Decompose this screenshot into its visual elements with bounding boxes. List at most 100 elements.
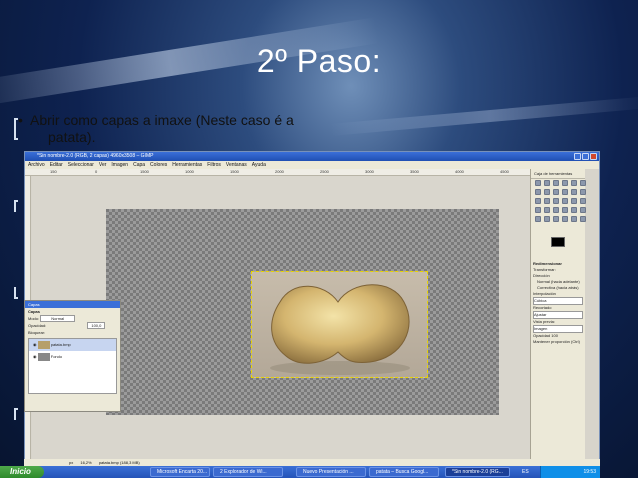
clipping-select[interactable]: Ajustar	[533, 311, 583, 319]
layers-list: ◉ patata.bmp ◉ Fondo	[28, 338, 117, 394]
ruler-tick: 1000	[185, 169, 194, 174]
status-layer-info: patata.bmp (188,3 MB)	[98, 460, 140, 465]
toolbox-dock: Caja de herramientas Redimensionar Trans…	[530, 169, 586, 465]
eye-icon[interactable]: ◉	[33, 342, 37, 347]
gimp-menubar: Archivo Editar Seleccionar Ver Imagen Ca…	[25, 161, 599, 169]
decor-bracket	[14, 408, 18, 420]
color-picker-icon[interactable]	[553, 189, 559, 195]
gimp-statusbar: px 16,2% patata.bmp (188,3 MB)	[24, 459, 600, 466]
fuzzy-select-icon[interactable]	[562, 180, 568, 186]
preview-select[interactable]: Imagen	[533, 325, 583, 333]
toolbox-title: Caja de herramientas	[531, 169, 585, 179]
layer-row[interactable]: ◉ patata.bmp	[29, 339, 116, 351]
potato-layer-image[interactable]	[251, 271, 428, 378]
interpolation-select[interactable]: Cúbica	[533, 297, 583, 305]
ruler-tick: 4500	[500, 169, 509, 174]
slide-bullet: • Abrir como capas a imaxe (Neste caso é…	[18, 112, 330, 146]
heal-icon[interactable]	[544, 216, 550, 222]
mode-label: Modo:	[28, 316, 40, 321]
layers-dialog: Capas Capas Modo: Normal Opacidad: 100,0…	[24, 300, 121, 412]
airbrush-icon[interactable]	[580, 207, 586, 213]
measure-icon[interactable]	[571, 189, 577, 195]
start-button[interactable]: Inicio	[0, 466, 44, 478]
ruler-tick: 3000	[365, 169, 374, 174]
layer-thumbnail	[37, 352, 50, 361]
decor-bracket	[14, 287, 18, 299]
taskbar-item[interactable]: patata – Busca Googl...	[369, 467, 439, 477]
text-icon[interactable]	[580, 198, 586, 204]
mode-select[interactable]: Normal	[40, 315, 76, 322]
lasso-icon[interactable]	[553, 180, 559, 186]
layers-opacity-row: Opacidad: 100,0	[25, 322, 120, 329]
windows-taskbar: Inicio Microsoft Encarta 20... 2 Explora…	[0, 466, 600, 478]
ruler-tick: 1500	[230, 169, 239, 174]
foreground-color-swatch[interactable]	[551, 237, 565, 247]
clock: 19:53	[583, 469, 596, 475]
layers-dialog-title: Capas	[25, 301, 120, 308]
eraser-icon[interactable]	[571, 207, 577, 213]
decor-bracket	[14, 128, 18, 140]
shear-icon[interactable]	[571, 198, 577, 204]
horizontal-ruler: 150 0 1500 1000 1500 2000 2500 3000 3500…	[25, 169, 530, 176]
menu-seleccionar[interactable]: Seleccionar	[68, 161, 94, 169]
ruler-tick: 1500	[140, 169, 149, 174]
menu-editar[interactable]: Editar	[50, 161, 63, 169]
paths-icon[interactable]	[544, 189, 550, 195]
gradient-icon[interactable]	[544, 207, 550, 213]
layers-opacity-value[interactable]: 100,0	[87, 322, 106, 329]
crop-icon[interactable]	[544, 198, 550, 204]
move-icon[interactable]	[580, 189, 586, 195]
status-unit[interactable]: px	[69, 460, 73, 465]
language-indicator[interactable]: ES	[522, 466, 529, 478]
layers-section-label: Capas	[28, 309, 41, 314]
menu-ver[interactable]: Ver	[99, 161, 107, 169]
ink-icon[interactable]	[571, 216, 577, 222]
menu-herramientas[interactable]: Herramientas	[172, 161, 202, 169]
scale-icon[interactable]	[562, 198, 568, 204]
keep-aspect-checkbox[interactable]: Mantener proporción (Ctrl)	[533, 339, 583, 345]
taskbar-item[interactable]: Nuevo Presentación ...	[296, 467, 366, 477]
rect-select-icon[interactable]	[535, 180, 541, 186]
menu-archivo[interactable]: Archivo	[28, 161, 45, 169]
zoom-icon[interactable]	[562, 189, 568, 195]
scissors-icon[interactable]	[580, 180, 586, 186]
opacity-label: Opacidad	[533, 333, 551, 338]
taskbar-item-active[interactable]: *Sin nombre-2.0 (RG...	[445, 467, 510, 477]
rotate-icon[interactable]	[553, 198, 559, 204]
taskbar-item[interactable]: Microsoft Encarta 20...	[150, 467, 210, 477]
maximize-icon[interactable]	[582, 153, 589, 160]
close-icon[interactable]	[590, 153, 597, 160]
lock-label: Bloquear:	[28, 330, 46, 335]
pencil-icon[interactable]	[553, 207, 559, 213]
layer-name: Fondo	[50, 354, 63, 359]
layers-mode-row: Modo: Normal	[25, 315, 120, 322]
menu-imagen[interactable]: Imagen	[111, 161, 128, 169]
ruler-tick: 3500	[410, 169, 419, 174]
status-zoom[interactable]: 16,2%	[80, 460, 91, 465]
smudge-icon[interactable]	[553, 216, 559, 222]
align-icon[interactable]	[535, 198, 541, 204]
menu-colores[interactable]: Colores	[150, 161, 167, 169]
menu-ayuda[interactable]: Ayuda	[252, 161, 266, 169]
opacity-value[interactable]: 100	[551, 333, 558, 338]
menu-ventanas[interactable]: Ventanas	[226, 161, 247, 169]
minimize-icon[interactable]	[574, 153, 581, 160]
layer-row[interactable]: ◉ Fondo	[29, 351, 116, 363]
ruler-tick: 2500	[320, 169, 329, 174]
ellipse-select-icon[interactable]	[544, 180, 550, 186]
ruler-tick: 2000	[275, 169, 284, 174]
foreground-select-icon[interactable]	[535, 189, 541, 195]
bucket-fill-icon[interactable]	[535, 207, 541, 213]
dodge-icon[interactable]	[562, 216, 568, 222]
eye-icon[interactable]: ◉	[33, 354, 37, 359]
menu-filtros[interactable]: Filtros	[207, 161, 221, 169]
color-select-icon[interactable]	[571, 180, 577, 186]
menu-capa[interactable]: Capa	[133, 161, 145, 169]
clone-icon[interactable]	[535, 216, 541, 222]
blur-icon[interactable]	[580, 216, 586, 222]
potato-image	[270, 284, 410, 375]
paintbrush-icon[interactable]	[562, 207, 568, 213]
layer-thumbnail	[37, 340, 50, 349]
taskbar-item[interactable]: 2 Explorador de Wi...	[213, 467, 283, 477]
bullet-line-2: patata).	[48, 129, 96, 145]
